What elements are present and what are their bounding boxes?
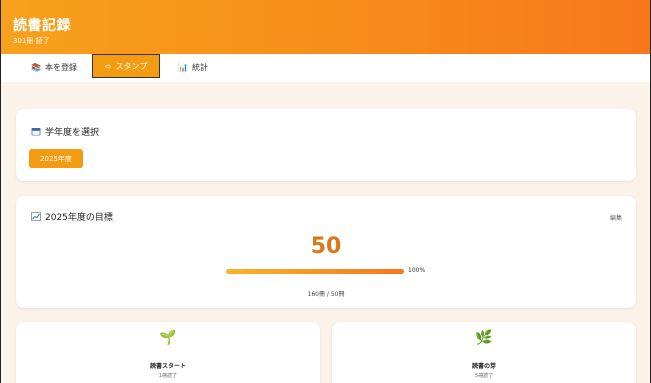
app-title: 読書記録 [13,18,71,34]
goal-card: 2025年度の目標 編集 50 100% 160冊 / 50冊 [16,196,636,308]
goal-title-label: 2025年度の目標 [45,213,113,223]
goal-number: 50 [310,234,342,259]
tab-statistics[interactable]: 📊 統計 [178,54,208,80]
tab-label: スタンプ [115,61,148,71]
chart-up-icon [31,212,41,221]
calendar-icon [31,127,41,136]
books-icon: 📚 [31,62,41,72]
goal-progress-bar [226,269,404,274]
app-window: 読書記録 301冊 読了 📚 本を登録 ➪ スタンプ 📊 統計 学年度を選択 2… [0,0,651,383]
chart-icon: 📊 [178,62,188,72]
tab-label: 統計 [191,62,208,72]
stamp-card-start[interactable]: 🌱 読書スタート 1冊読了 [16,322,320,383]
books-read-count: 301冊 読了 [13,37,50,45]
edit-goal-link[interactable]: 編集 [610,213,622,222]
main-content: 学年度を選択 2025年度 2025年度の目標 編集 50 100% 160冊 … [1,82,650,383]
year-2025-button[interactable]: 2025年度 [29,149,83,168]
stamp-title: 読書スタート [149,363,186,370]
tab-stamps[interactable]: ➪ スタンプ [92,54,160,78]
goal-progress-fill [226,269,404,274]
arrow-icon: ➪ [104,61,112,71]
stamp-requirement: 5冊読了 [474,373,494,379]
herb-icon: 🌿 [475,330,493,346]
year-select-label: 学年度を選択 [45,128,100,138]
tab-label: 本を登録 [44,62,77,72]
stamp-card-sprout[interactable]: 🌿 読書の芽 5冊読了 [332,322,636,383]
goal-book-count: 160冊 / 50冊 [307,291,345,298]
year-select-card: 学年度を選択 2025年度 [16,109,636,181]
tab-register-book[interactable]: 📚 本を登録 [31,54,77,80]
stamp-title: 読書の芽 [471,363,496,370]
goal-title: 2025年度の目標 [31,210,113,223]
seedling-icon: 🌱 [159,330,177,346]
stamp-requirement: 1冊読了 [158,373,178,379]
goal-progress-percent: 100% [408,267,426,274]
app-header: 読書記録 301冊 読了 [1,0,650,54]
tab-bar: 📚 本を登録 ➪ スタンプ 📊 統計 [1,54,650,83]
year-select-title: 学年度を選択 [31,125,99,138]
